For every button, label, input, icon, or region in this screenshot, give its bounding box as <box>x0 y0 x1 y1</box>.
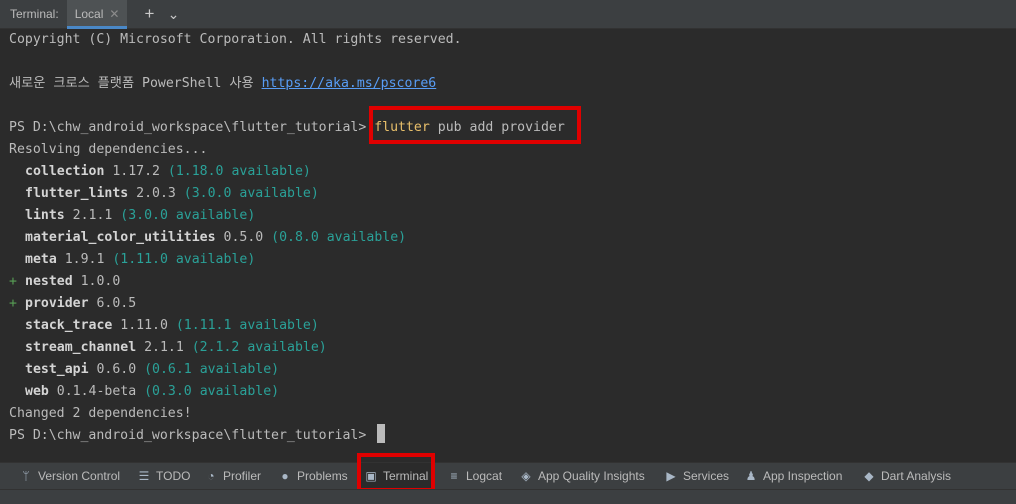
tool-button-label: TODO <box>156 469 191 483</box>
dependency-row: stream_channel 2.1.1 (2.1.2 available) <box>25 337 327 359</box>
diamond-icon: ◈ <box>521 469 531 483</box>
tool-window-title: Terminal: <box>10 7 59 21</box>
package-version: 1.11.0 <box>112 318 168 333</box>
package-name: flutter_lints <box>25 186 129 201</box>
dependency-row: nested 1.0.0 <box>25 271 120 293</box>
terminal-line-resolving: Resolving dependencies... <box>9 142 208 157</box>
package-version: 1.0.0 <box>72 274 121 289</box>
package-name: meta <box>25 252 57 267</box>
highlight-box-terminal-tab <box>357 453 435 492</box>
available-version: (3.0.0 available) <box>112 208 256 223</box>
tool-button-version-control[interactable]: ᛘ Version Control <box>19 463 120 489</box>
status-bar <box>0 489 1016 504</box>
text-cursor <box>377 424 385 443</box>
added-marker: + <box>9 274 17 289</box>
package-name: lints <box>25 208 65 223</box>
highlight-box-command <box>369 106 581 144</box>
added-marker: + <box>9 296 17 311</box>
package-name: collection <box>25 164 105 179</box>
pscore-link[interactable]: https://aka.ms/pscore6 <box>262 76 437 91</box>
gauge-icon: ◔ <box>207 469 215 483</box>
terminal-output[interactable]: Copyright (C) Microsoft Corporation. All… <box>0 29 1016 462</box>
tool-button-profiler[interactable]: ◔ Profiler <box>204 463 261 489</box>
tool-button-problems[interactable]: ● Problems <box>278 463 348 489</box>
powershell-note: 새로운 크로스 플랫폼 PowerShell 사용 <box>9 76 262 91</box>
available-version: (1.11.1 available) <box>167 318 319 333</box>
package-version: 2.1.1 <box>64 208 113 223</box>
tool-button-app-inspection[interactable]: ♟ App Inspection <box>744 463 843 489</box>
tab-label: Local <box>74 7 104 21</box>
available-version: (0.6.1 available) <box>136 362 280 377</box>
available-version: (1.11.0 available) <box>104 252 256 267</box>
package-name: stack_trace <box>25 318 113 333</box>
package-version: 2.1.1 <box>136 340 184 355</box>
package-name: material_color_utilities <box>25 230 216 245</box>
terminal-tab-bar: Terminal: Local ✕ + ⌄ <box>0 0 1016 29</box>
terminal-line-final-prompt: PS D:\chw_android_workspace\flutter_tuto… <box>9 428 375 443</box>
available-version: (1.18.0 available) <box>159 164 311 179</box>
dependency-row: lints 2.1.1 (3.0.0 available) <box>25 205 255 227</box>
dependency-row: provider 6.0.5 <box>25 293 136 315</box>
dependency-row: stack_trace 1.11.0 (1.11.1 available) <box>25 315 319 337</box>
package-version: 1.9.1 <box>56 252 105 267</box>
available-version: (2.1.2 available) <box>183 340 327 355</box>
tool-button-label: Version Control <box>38 469 121 483</box>
inspection-icon: ♟ <box>745 469 757 483</box>
tool-button-todo[interactable]: ☰ TODO <box>137 463 191 489</box>
dependency-row: material_color_utilities 0.5.0 (0.8.0 av… <box>25 227 406 249</box>
package-name: nested <box>25 274 73 289</box>
package-name: test_api <box>25 362 89 377</box>
package-name: provider <box>25 296 89 311</box>
package-version: 0.1.4-beta <box>48 384 137 399</box>
package-version: 2.0.3 <box>128 186 176 201</box>
prompt: PS D:\chw_android_workspace\flutter_tuto… <box>9 120 375 135</box>
log-icon: ≡ <box>450 469 458 483</box>
tool-button-label: App Inspection <box>763 469 843 483</box>
dart-icon: ◆ <box>864 469 874 483</box>
tool-button-label: Logcat <box>466 469 503 483</box>
tool-button-logcat[interactable]: ≡ Logcat <box>447 463 502 489</box>
add-icon[interactable]: + <box>139 4 159 24</box>
tool-button-label: Problems <box>297 469 348 483</box>
package-version: 6.0.5 <box>88 296 137 311</box>
tool-button-services[interactable]: ▶ Services <box>664 463 729 489</box>
list-icon: ☰ <box>138 469 150 483</box>
dependency-row: collection 1.17.2 (1.18.0 available) <box>25 161 311 183</box>
package-version: 0.6.0 <box>88 362 137 377</box>
package-version: 0.5.0 <box>215 230 264 245</box>
package-name: web <box>25 384 49 399</box>
services-icon: ▶ <box>666 469 676 483</box>
tool-button-label: App Quality Insights <box>538 469 645 483</box>
package-name: stream_channel <box>25 340 137 355</box>
dependency-row: meta 1.9.1 (1.11.0 available) <box>25 249 255 271</box>
dependency-row: flutter_lints 2.0.3 (3.0.0 available) <box>25 183 319 205</box>
tool-button-app-quality-insights[interactable]: ◈ App Quality Insights <box>519 463 645 489</box>
terminal-line-changed: Changed 2 dependencies! <box>9 406 192 421</box>
tool-button-label: Profiler <box>223 469 262 483</box>
dependency-row: test_api 0.6.0 (0.6.1 available) <box>25 359 279 381</box>
available-version: (0.3.0 available) <box>136 384 280 399</box>
close-icon[interactable]: ✕ <box>109 7 119 21</box>
available-version: (3.0.0 available) <box>175 186 319 201</box>
tab-local[interactable]: Local ✕ <box>66 0 128 29</box>
terminal-line-powershell: 새로운 크로스 플랫폼 PowerShell 사용 https://aka.ms… <box>9 73 436 95</box>
terminal-line-copyright: Copyright (C) Microsoft Corporation. All… <box>9 32 462 47</box>
alert-icon: ● <box>281 469 289 483</box>
tool-button-dart-analysis[interactable]: ◆ Dart Analysis <box>862 463 951 489</box>
tool-button-label: Dart Analysis <box>881 469 952 483</box>
package-version: 1.17.2 <box>104 164 160 179</box>
branch-icon: ᛘ <box>22 469 30 483</box>
dependency-row: web 0.1.4-beta (0.3.0 available) <box>25 381 279 403</box>
available-version: (0.8.0 available) <box>263 230 407 245</box>
tool-window-bar: ᛘ Version Control ☰ TODO ◔ Profiler ● Problems ▣… <box>0 453 1016 492</box>
chevron-down-icon[interactable]: ⌄ <box>163 4 183 24</box>
tool-button-label: Services <box>683 469 730 483</box>
